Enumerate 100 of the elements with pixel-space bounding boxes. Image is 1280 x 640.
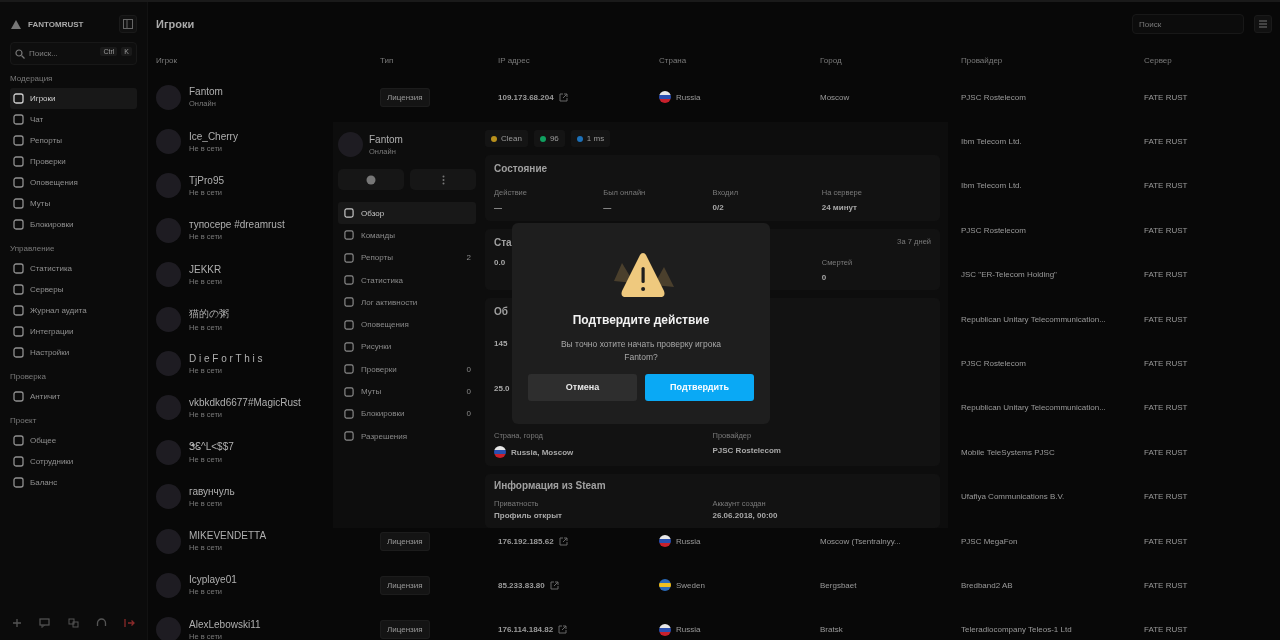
headphones-icon[interactable] — [95, 618, 107, 628]
steam-button[interactable] — [338, 169, 404, 190]
sidebar-item[interactable]: Блокировки — [10, 214, 137, 235]
table-cell: FATE RUST — [1144, 270, 1188, 280]
external-link-icon[interactable] — [558, 92, 568, 102]
panel-nav-item[interactable]: Проверки 0 — [338, 358, 476, 381]
section-title: Управление — [10, 244, 56, 253]
external-link-icon[interactable] — [558, 625, 568, 635]
table-cell: Ibm Telecom Ltd. — [961, 137, 1022, 147]
player-name: гавунчуль — [189, 485, 235, 497]
field-value: 25.0 — [494, 384, 510, 393]
table-cell: FATE RUST — [1144, 137, 1188, 147]
table-cell: FATE RUST — [1144, 181, 1188, 191]
sidebar-item[interactable]: Журнал аудита — [10, 300, 137, 321]
table-cell: Bergsbaet — [820, 581, 857, 590]
panel-nav-item[interactable]: Лог активности — [338, 291, 476, 314]
square-icon — [13, 305, 24, 316]
square-icon — [13, 391, 24, 402]
type-tag: Лицензия — [380, 620, 430, 640]
square-icon — [344, 208, 354, 219]
sidebar-item[interactable]: Муты — [10, 193, 137, 214]
square-icon — [344, 297, 354, 308]
sidebar-item[interactable]: Сотрудники — [10, 451, 137, 472]
page-title: Игроки — [156, 18, 196, 30]
external-link-icon[interactable] — [558, 536, 568, 546]
table-cell: Russia — [676, 536, 701, 546]
avatar — [156, 484, 181, 510]
section-title: Проверка — [10, 372, 47, 381]
sidebar-toggle-button[interactable] — [119, 15, 137, 33]
table-cell: Moscow — [820, 92, 850, 102]
plus-icon[interactable] — [12, 618, 22, 628]
panel-nav-item[interactable]: Обзор — [338, 202, 476, 225]
card-title: Состояние — [494, 163, 549, 174]
table-cell: Teleradiocompany Teleos-1 Ltd — [961, 625, 1072, 635]
menu-icon — [1258, 19, 1268, 29]
avatar — [156, 395, 181, 421]
square-icon — [13, 156, 24, 167]
square-icon — [344, 230, 354, 241]
sidebar-item[interactable]: Игроки — [10, 88, 137, 109]
field-value: 145 — [494, 339, 508, 348]
sidebar-item[interactable]: Проверки — [10, 151, 137, 172]
avatar — [156, 217, 181, 243]
sidebar-item[interactable]: Общее — [10, 430, 137, 451]
player-name: MIKEVENDETTA — [189, 530, 267, 542]
panel-nav-item[interactable]: Оповещения — [338, 313, 476, 336]
table-cell: PJSC Rostelecom — [961, 359, 1026, 369]
menu-button[interactable] — [1254, 15, 1272, 33]
sidebar-item[interactable]: Баланс — [10, 472, 137, 493]
sidebar-item[interactable]: Серверы — [10, 279, 137, 300]
table-cell: PJSC Rostelecom — [961, 92, 1026, 102]
table-cell: Ibm Telecom Ltd. — [961, 181, 1022, 191]
column-header: Тип — [380, 56, 395, 65]
panel-nav-item[interactable]: Муты 0 — [338, 380, 476, 403]
table-cell: Sweden — [676, 581, 705, 590]
search-field[interactable]: Поиск — [1132, 14, 1244, 34]
type-tag: Лицензия — [380, 576, 430, 595]
avatar — [156, 173, 181, 199]
player-name: D i e F o r T h i s — [189, 352, 263, 364]
circle-icon — [366, 174, 376, 185]
column-header: Игрок — [156, 56, 179, 65]
table-cell: Mobile TeleSystems PJSC — [961, 447, 1055, 457]
panel-nav-item[interactable]: Статистика — [338, 268, 476, 292]
sidebar-item[interactable]: Интеграции — [10, 321, 137, 342]
avatar — [156, 528, 181, 554]
dialog-message: Вы точно хотите начать проверку игрока Fantom? — [559, 338, 723, 364]
table-cell: 176.192.185.62 — [498, 536, 554, 546]
sidebar-item[interactable]: Настройки — [10, 342, 137, 363]
player-name: Icyplaye01 — [189, 574, 237, 586]
cancel-button[interactable]: Отмена — [528, 373, 637, 401]
panel-nav-item[interactable]: Блокировки 0 — [338, 402, 476, 425]
sidebar-item[interactable]: Статистика — [10, 258, 137, 279]
column-header: Страна — [659, 56, 688, 65]
logo-icon — [10, 18, 22, 30]
table-cell: FATE RUST — [1144, 225, 1188, 235]
table-cell: FATE RUST — [1144, 314, 1188, 324]
sidebar-item[interactable]: Чат — [10, 109, 137, 130]
table-cell: Bredband2 AB — [961, 581, 1013, 590]
chat-icon[interactable] — [39, 618, 51, 628]
external-link-icon[interactable] — [549, 581, 559, 590]
status-chip: Clean — [485, 130, 528, 147]
table-cell: Moscow (Tsentralnyy... — [820, 536, 901, 546]
type-tag: Лицензия — [380, 531, 430, 551]
search-icon — [15, 49, 25, 59]
translate-icon[interactable] — [67, 618, 79, 628]
avatar — [156, 84, 181, 110]
table-cell: Republican Unitary Telecommunication... — [961, 403, 1106, 413]
panel-nav-item[interactable]: Репорты 2 — [338, 246, 476, 269]
sidebar-item[interactable]: Репорты — [10, 130, 137, 151]
panel-nav-item[interactable]: Разрешения — [338, 424, 476, 448]
field-value: Профиль открыт — [494, 511, 563, 520]
avatar — [156, 573, 181, 598]
table-cell: JSC "ER-Telecom Holding" — [961, 270, 1057, 280]
sidebar-item[interactable]: Оповещения — [10, 172, 137, 193]
field-value: 24 минут — [821, 203, 858, 212]
panel-nav-item[interactable]: Рисунки — [338, 335, 476, 359]
panel-nav-item[interactable]: Команды — [338, 224, 476, 247]
square-icon — [13, 219, 24, 230]
column-header: Город — [820, 56, 843, 65]
sidebar-item[interactable]: Античит — [10, 386, 137, 407]
logout-icon[interactable] — [124, 618, 135, 628]
